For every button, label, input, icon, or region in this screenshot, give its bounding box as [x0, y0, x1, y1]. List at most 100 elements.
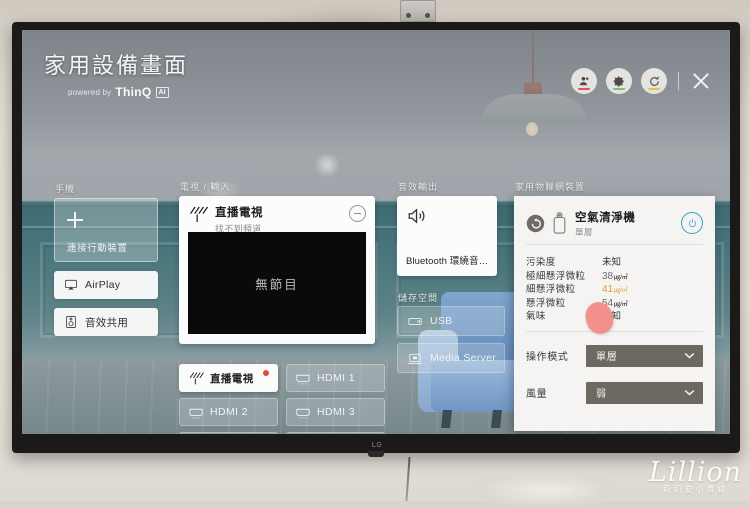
- chevron-down-icon: [684, 352, 695, 359]
- air-quality-metrics: 污染度 未知 極細懸浮微粒 38 ㎍/㎥ 細懸浮微粒 41 ㎍/㎥: [526, 254, 703, 322]
- control-value: 弱: [596, 385, 607, 400]
- close-button[interactable]: [690, 70, 712, 92]
- top-actions: [571, 68, 712, 94]
- hdmi-icon: [295, 372, 311, 385]
- user-icon: [578, 75, 591, 88]
- user-button-underline: [578, 88, 590, 91]
- air-purifier-header: 空氣清淨機 單層: [526, 206, 703, 240]
- chevron-down-icon: [684, 389, 695, 396]
- input-tile-label: HDMI 3: [317, 406, 355, 418]
- input-tile-live-tv[interactable]: 直播電視: [179, 364, 278, 392]
- panel-divider: [526, 244, 703, 245]
- connect-mobile-device-card[interactable]: 連接行動裝置: [54, 198, 158, 262]
- input-tile-label: HDMI 2: [210, 406, 248, 418]
- powered-by-label: powered by: [68, 88, 111, 97]
- user-button[interactable]: [571, 68, 597, 94]
- input-source-grid: 直播電視 HDMI 1 HDMI 2: [179, 364, 387, 434]
- tv-brand-logo: LG: [364, 440, 390, 451]
- hdmi-icon: [295, 406, 311, 419]
- antenna-icon: [188, 206, 208, 223]
- metric-label: 極細懸浮微粒: [526, 268, 602, 282]
- metric-unit: ㎍/㎥: [614, 299, 628, 308]
- storage-tile-label: USB: [430, 315, 453, 327]
- wall-mount-bracket: [400, 0, 436, 22]
- audio-output-section: Bluetooth 環繞音…: [397, 196, 497, 276]
- toolbar-divider: [678, 72, 679, 90]
- airplay-label: AirPlay: [85, 279, 120, 291]
- metric-label: 細懸浮微粒: [526, 281, 602, 295]
- home-dashboard-ui: 家用設備畫面 powered by ThinQ AI: [22, 30, 730, 434]
- operation-mode-select[interactable]: 單層: [586, 345, 703, 367]
- control-row-fan: 風量 弱: [526, 382, 703, 404]
- refresh-icon: [648, 75, 661, 88]
- settings-button[interactable]: [606, 68, 632, 94]
- device-subtitle: 單層: [575, 226, 673, 238]
- input-tile-hdmi-2[interactable]: HDMI 2: [179, 398, 278, 426]
- air-purifier-names: 空氣清淨機 單層: [575, 209, 673, 238]
- sound-share-button[interactable]: 音效共用: [54, 308, 158, 336]
- power-icon: [687, 218, 698, 229]
- photo-watermark: Lillion 莉莉安小貴婦: [649, 457, 742, 495]
- metric-row: 懸浮微粒 54 ㎍/㎥: [526, 295, 703, 309]
- input-tile-hdmi-4[interactable]: HDMI 4: [179, 432, 278, 434]
- refresh-button[interactable]: [641, 68, 667, 94]
- metric-unit: ㎍/㎥: [614, 285, 628, 294]
- media-server-icon: [407, 352, 423, 365]
- metric-value: 41: [602, 284, 613, 295]
- metric-row: 污染度 未知: [526, 254, 703, 268]
- tv-ir-receiver: [368, 451, 384, 457]
- mobile-section: 連接行動裝置 AirPlay: [54, 198, 158, 336]
- storage-tile-media-server[interactable]: Media Server: [397, 343, 505, 373]
- input-tile-label: HDMI 1: [317, 372, 355, 384]
- hdmi-icon: [188, 406, 204, 419]
- control-value: 單層: [596, 348, 618, 363]
- storage-tile-label: Media Server: [430, 352, 496, 364]
- section-label-mobile: 手機: [55, 182, 75, 195]
- metric-row: 細懸浮微粒 41 ㎍/㎥: [526, 281, 703, 295]
- tv-preview-screen[interactable]: 無節目: [188, 232, 366, 334]
- section-label-tv-input: 電視 / 輸入: [180, 180, 231, 193]
- floor-object: [470, 478, 620, 508]
- active-input-indicator: [263, 370, 269, 376]
- air-purifier-panel: 空氣清淨機 單層 污染度: [514, 196, 715, 431]
- metric-label: 污染度: [526, 254, 602, 268]
- input-tile-label: 直播電視: [210, 371, 254, 386]
- control-label: 操作模式: [526, 348, 586, 363]
- control-row-mode: 操作模式 單層: [526, 345, 703, 367]
- photo-background: LG: [0, 0, 750, 501]
- panel-divider-lower: [526, 331, 703, 332]
- back-arrow-icon[interactable]: [526, 214, 545, 233]
- remove-button[interactable]: [349, 205, 366, 222]
- sound-share-label: 音效共用: [85, 315, 128, 330]
- section-label-storage: 儲存空間: [398, 291, 438, 304]
- input-tile-component[interactable]: 色差類比: [286, 432, 385, 434]
- metric-unit: ㎍/㎥: [614, 272, 628, 281]
- metric-value: 38: [602, 271, 613, 282]
- antenna-icon: [188, 372, 204, 385]
- storage-tile-usb[interactable]: USB: [397, 306, 505, 336]
- device-name: 空氣清淨機: [575, 209, 673, 225]
- metric-row: 極細懸浮微粒 38 ㎍/㎥: [526, 268, 703, 282]
- control-label: 風量: [526, 385, 586, 400]
- live-tv-header: 直播電視 找不到頻道: [188, 204, 366, 235]
- gear-icon: [613, 75, 626, 88]
- bluetooth-audio-card[interactable]: Bluetooth 環繞音…: [397, 196, 497, 276]
- input-tile-hdmi-3[interactable]: HDMI 3: [286, 398, 385, 426]
- section-label-iot: 家用物聯網裝置: [515, 180, 585, 193]
- settings-button-underline: [613, 88, 625, 91]
- airplay-button[interactable]: AirPlay: [54, 271, 158, 299]
- plus-icon: [67, 212, 83, 228]
- speaker-icon: [406, 205, 428, 227]
- live-tv-card[interactable]: 直播電視 找不到頻道 無節目: [179, 196, 375, 344]
- ai-badge: AI: [156, 87, 169, 98]
- thinq-brand-label: ThinQ: [115, 85, 151, 99]
- air-purifier-icon: [553, 212, 566, 234]
- air-purifier-controls: 操作模式 單層 風量 弱: [526, 345, 703, 404]
- no-program-label: 無節目: [255, 274, 299, 293]
- input-tile-hdmi-1[interactable]: HDMI 1: [286, 364, 385, 392]
- section-label-audio: 音效輸出: [398, 180, 438, 193]
- power-button[interactable]: [681, 212, 703, 234]
- live-tv-title: 直播電視: [215, 204, 342, 220]
- tv-screen: 家用設備畫面 powered by ThinQ AI: [22, 30, 730, 434]
- fan-speed-select[interactable]: 弱: [586, 382, 703, 404]
